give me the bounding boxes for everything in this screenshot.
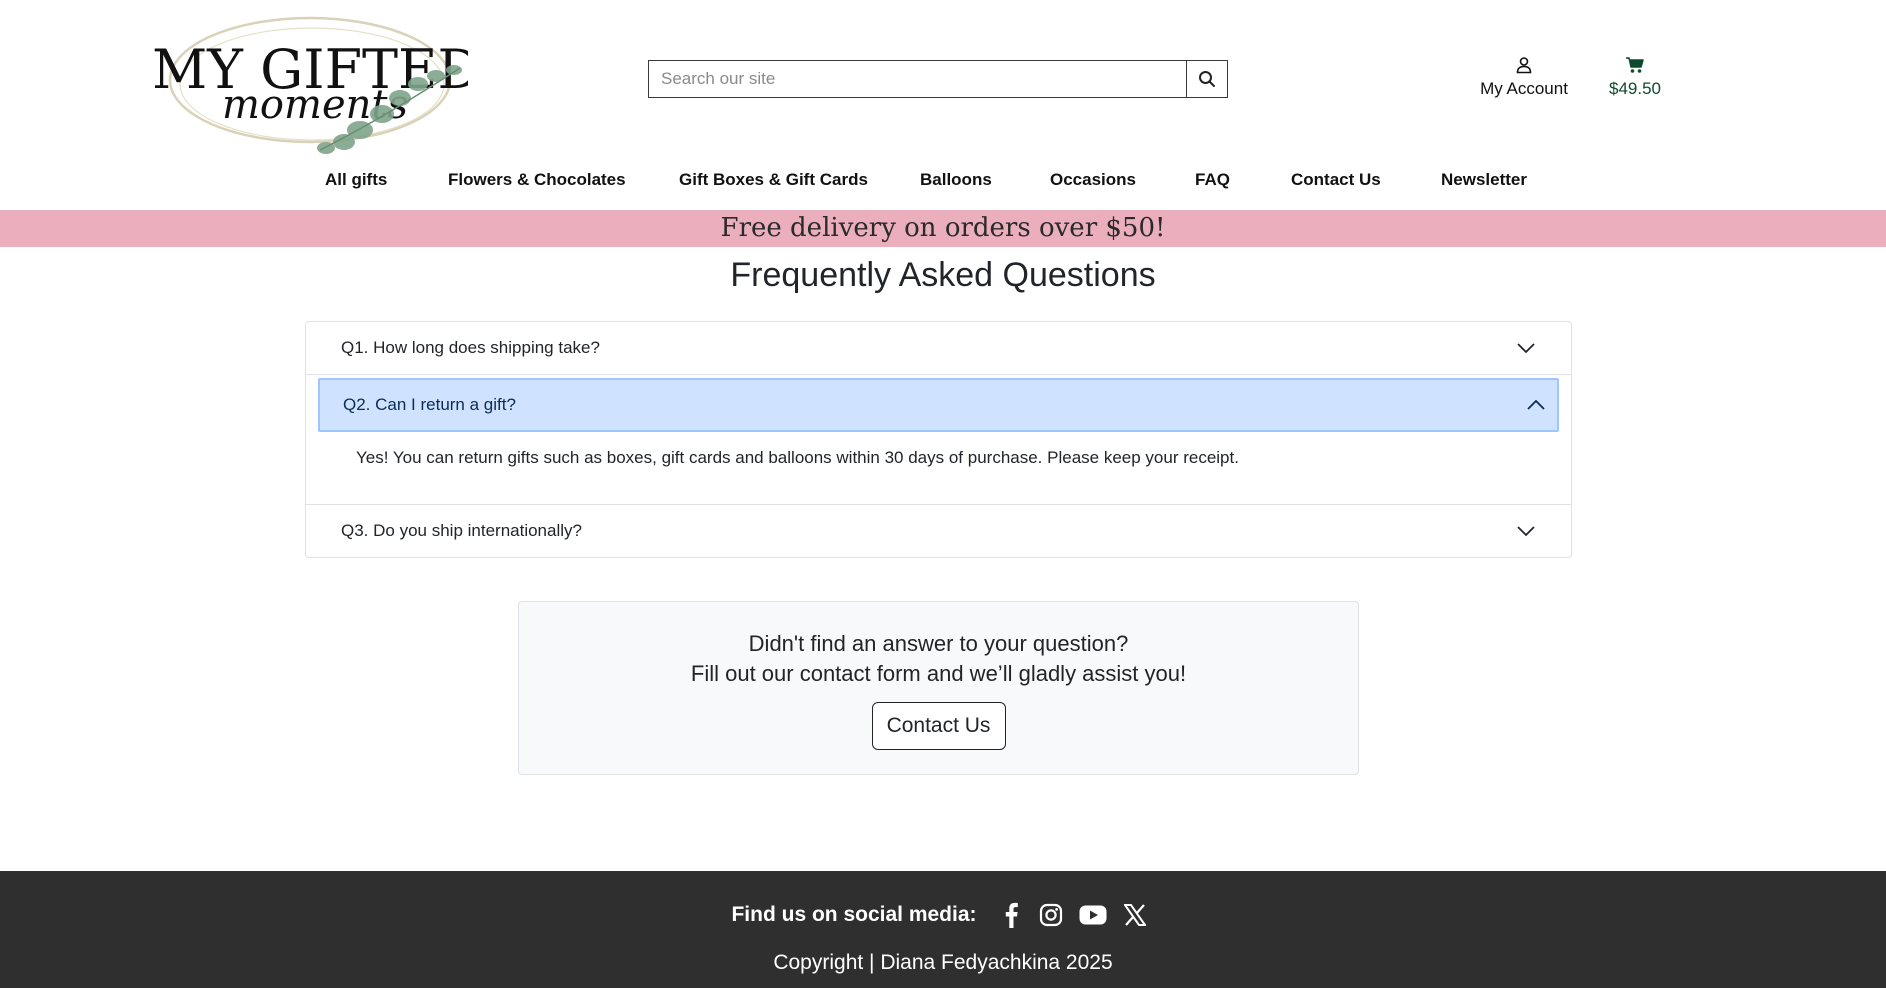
faq-question-button[interactable]: Q2. Can I return a gift? xyxy=(318,378,1559,432)
site-logo[interactable]: MY GIFTED moments xyxy=(150,10,481,158)
nav-item-gift-boxes-gift-cards[interactable]: Gift Boxes & Gift Cards xyxy=(679,170,868,190)
contact-prompt-line1: Didn't find an answer to your question? xyxy=(748,631,1129,656)
page-title: Frequently Asked Questions xyxy=(730,256,1156,294)
contact-prompt-line2: Fill out our contact form and we’ll glad… xyxy=(690,661,1187,686)
instagram-icon[interactable] xyxy=(1038,902,1064,928)
faq-accordion: Q1. How long does shipping take? Q2. Can… xyxy=(305,321,1572,558)
nav-item-occasions[interactable]: Occasions xyxy=(1050,170,1136,190)
x-icon[interactable] xyxy=(1122,902,1148,928)
faq-item: Q2. Can I return a gift? Yes! You can re… xyxy=(306,378,1571,505)
promo-banner: Free delivery on orders over $50! xyxy=(0,210,1886,247)
faq-item: Q1. How long does shipping take? xyxy=(306,322,1571,375)
nav-item-balloons[interactable]: Balloons xyxy=(920,170,992,190)
faq-item: Q3. Do you ship internationally? xyxy=(306,505,1571,557)
cart-link[interactable]: $49.50 xyxy=(1600,56,1670,99)
site-footer: Find us on social media: Copyright | Dia… xyxy=(0,871,1886,988)
user-icon xyxy=(1516,57,1532,74)
faq-question-text: Q1. How long does shipping take? xyxy=(341,338,600,357)
nav-item-contact-us[interactable]: Contact Us xyxy=(1291,170,1381,190)
faq-question-text: Q2. Can I return a gift? xyxy=(343,395,516,414)
nav-item-all-gifts[interactable]: All gifts xyxy=(325,170,387,190)
chevron-down-icon xyxy=(1517,343,1535,354)
cart-icon xyxy=(1626,57,1644,73)
social-label: Find us on social media: xyxy=(731,903,977,926)
search-icon xyxy=(1199,71,1215,87)
search-input[interactable] xyxy=(648,60,1186,98)
contact-prompt-box: Didn't find an answer to your question? … xyxy=(518,601,1359,775)
faq-question-button[interactable]: Q3. Do you ship internationally? xyxy=(306,505,1571,557)
youtube-icon[interactable] xyxy=(1078,902,1108,928)
search-button[interactable] xyxy=(1186,60,1228,98)
chevron-up-icon xyxy=(1527,399,1545,410)
copyright-text: Copyright | Diana Fedyachkina 2025 xyxy=(773,951,1113,974)
faq-question-text: Q3. Do you ship internationally? xyxy=(341,521,582,540)
social-links: Find us on social media: xyxy=(0,902,1886,928)
main-nav: All gifts Flowers & Chocolates Gift Boxe… xyxy=(0,170,1886,204)
logo-graphic: MY GIFTED moments xyxy=(152,16,481,154)
faq-answer: Yes! You can return gifts such as boxes,… xyxy=(356,448,1239,467)
my-account-label: My Account xyxy=(1480,79,1568,98)
chevron-down-icon xyxy=(1517,526,1535,537)
cart-total: $49.50 xyxy=(1609,79,1661,98)
search-bar xyxy=(648,60,1228,98)
nav-item-faq[interactable]: FAQ xyxy=(1195,170,1230,190)
nav-item-flowers-chocolates[interactable]: Flowers & Chocolates xyxy=(448,170,626,190)
faq-question-button[interactable]: Q1. How long does shipping take? xyxy=(306,322,1571,374)
contact-us-button[interactable]: Contact Us xyxy=(871,702,1006,750)
nav-item-newsletter[interactable]: Newsletter xyxy=(1441,170,1527,190)
facebook-icon[interactable] xyxy=(998,902,1024,928)
my-account-link[interactable]: My Account xyxy=(1474,56,1574,99)
